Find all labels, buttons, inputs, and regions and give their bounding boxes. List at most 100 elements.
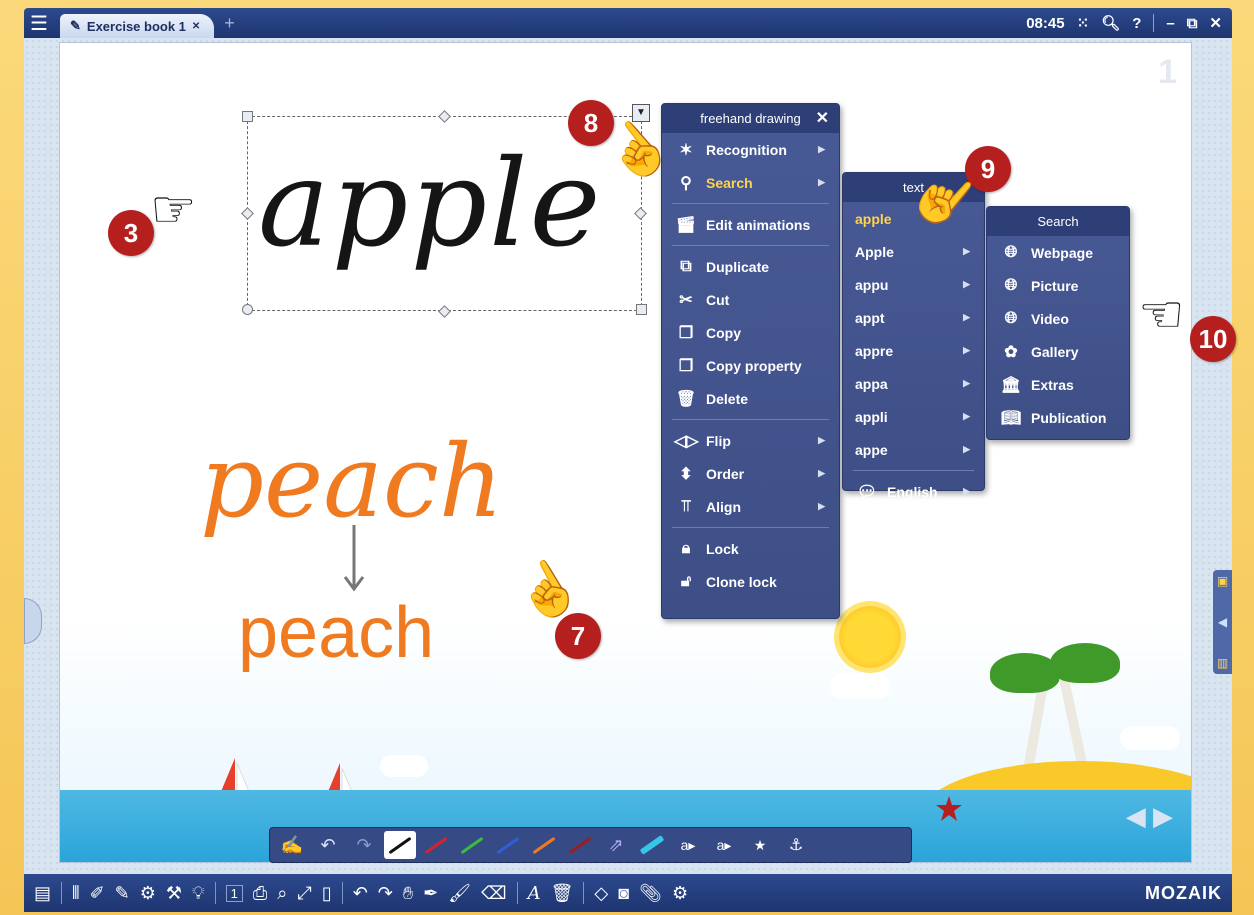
menu-item-candidate[interactable]: appt ▶: [843, 301, 984, 334]
arrow-darkred[interactable]: [564, 831, 596, 859]
eraser-icon[interactable]: ⌫: [481, 883, 506, 904]
speech-bubble-icon: 💬︎: [856, 483, 878, 501]
menu-item-label: appre: [855, 342, 894, 359]
star-illustration: [936, 796, 962, 821]
trash-icon[interactable]: 🗑︎: [551, 883, 574, 904]
curtain-icon[interactable]: ⫴: [72, 883, 80, 904]
minimize-icon[interactable]: –: [1166, 15, 1174, 32]
menu-item-video[interactable]: 🌐︎ Video: [987, 302, 1129, 335]
menu-item-copy[interactable]: ❐ Copy: [662, 316, 839, 349]
shapes-icon[interactable]: ◇: [594, 883, 608, 904]
menu-item-duplicate[interactable]: ⧉ Duplicate: [662, 250, 839, 283]
text-tool-icon[interactable]: A: [528, 883, 541, 904]
trash-icon: 🗑︎: [675, 390, 697, 408]
menu-item-candidate[interactable]: Apple ▶: [843, 235, 984, 268]
add-tab-button[interactable]: +: [224, 13, 235, 34]
menu-item-recognition[interactable]: ✶ Recognition ▶: [662, 133, 839, 166]
paperclip-icon[interactable]: 📎︎: [639, 883, 662, 904]
menu-item-order[interactable]: ⬍ Order ▶: [662, 457, 839, 490]
pen-black[interactable]: [384, 831, 416, 859]
bulb-icon[interactable]: 💡︎: [192, 883, 205, 904]
menu-item-label: Align: [706, 498, 741, 515]
page-nav-arrows[interactable]: ◀ ▶: [1126, 801, 1173, 832]
flower-icon: ✿: [1004, 343, 1018, 361]
pen-hand-icon[interactable]: ✍: [276, 831, 308, 859]
menu-item-candidate[interactable]: appa ▶: [843, 367, 984, 400]
close-icon[interactable]: ✕: [1209, 14, 1222, 32]
grid-icon[interactable]: ⁙: [1077, 14, 1090, 32]
redo-icon[interactable]: ↷: [378, 883, 393, 904]
menu-item-copy-property[interactable]: ❐ Copy property: [662, 349, 839, 382]
menu-item-language[interactable]: 💬︎ English ▶: [843, 475, 984, 508]
undo-icon[interactable]: ↶: [312, 831, 344, 859]
undo-icon[interactable]: ↶: [353, 883, 368, 904]
menu-item-label: Extras: [1031, 376, 1074, 393]
page-counter[interactable]: 1: [225, 884, 243, 902]
app-frame: ☰ ✎ Exercise book 1 ✕ + 08:45 ⁙ 🔍︎ ? – ⧉…: [0, 0, 1254, 915]
resize-handle[interactable]: [636, 304, 647, 315]
text-marker-icon[interactable]: a▸: [708, 831, 740, 859]
menu-item-cut[interactable]: ✂ Cut: [662, 283, 839, 316]
menu-item-extras[interactable]: 🏛︎ Extras: [987, 368, 1129, 401]
page-settings-icon[interactable]: ⎙: [253, 883, 267, 904]
recognized-text[interactable]: peach: [238, 592, 434, 674]
screenshot-icon[interactable]: ◙: [618, 883, 629, 904]
menu-item-search[interactable]: ⚲ Search ▶: [662, 166, 839, 199]
fit-icon[interactable]: ⤢: [297, 883, 311, 904]
menu-item-lock[interactable]: 🔒︎ Lock: [662, 532, 839, 565]
handwriting-peach[interactable]: peach: [200, 423, 503, 540]
zoom-icon[interactable]: ⌕: [277, 883, 287, 904]
pen-red[interactable]: [420, 831, 452, 859]
menu-item-candidate[interactable]: appu ▶: [843, 268, 984, 301]
menu-item-picture[interactable]: 🌐︎ Picture: [987, 269, 1129, 302]
settings-icon[interactable]: ⚙: [672, 883, 688, 904]
tab-exercise-book[interactable]: ✎ Exercise book 1 ✕: [60, 14, 215, 38]
menu-item-webpage[interactable]: 🌐︎ Webpage: [987, 236, 1129, 269]
menu-item-gallery[interactable]: ✿ Gallery: [987, 335, 1129, 368]
menu-item-delete[interactable]: 🗑︎ Delete: [662, 382, 839, 415]
pen-icon[interactable]: ✒: [423, 883, 438, 904]
arrow-outline[interactable]: ⇗: [600, 831, 632, 859]
brush-icon[interactable]: 🖌︎: [448, 883, 471, 904]
arrow-orange[interactable]: [528, 831, 560, 859]
menu-item-clone-lock[interactable]: 🔓︎ Clone lock: [662, 565, 839, 598]
camera-icon[interactable]: ⚙: [140, 883, 156, 904]
close-icon[interactable]: ✕: [816, 108, 829, 128]
menu-item-flip[interactable]: ◁▷ Flip ▶: [662, 424, 839, 457]
menu-item-align[interactable]: ⫪ Align ▶: [662, 490, 839, 523]
text-marker-icon[interactable]: a▸: [672, 831, 704, 859]
board-menu-icon[interactable]: ▤: [34, 883, 51, 904]
help-icon[interactable]: ?: [1132, 15, 1141, 32]
pen-blue[interactable]: [492, 831, 524, 859]
page-icon[interactable]: ▯: [322, 883, 332, 904]
menu-item-publication[interactable]: 📖︎ Publication: [987, 401, 1129, 434]
add-page-icon[interactable]: ▣: [1217, 574, 1228, 588]
tab-close-icon[interactable]: ✕: [192, 21, 200, 32]
hand-icon[interactable]: ✋︎: [403, 883, 413, 904]
restore-icon[interactable]: ⧉: [1187, 15, 1198, 32]
redo-icon[interactable]: ↷: [348, 831, 380, 859]
chevron-left-icon[interactable]: ◀: [1218, 615, 1227, 629]
hammer-icon[interactable]: ⚒: [166, 883, 182, 904]
right-panel-toggle[interactable]: ▣ ◀ ▥: [1213, 570, 1232, 674]
cloud-illustration: [380, 755, 428, 777]
tools-icon[interactable]: ✐: [90, 883, 105, 904]
menu-item-edit-animations[interactable]: 🎬︎ Edit animations: [662, 208, 839, 241]
main-menu-icon[interactable]: ☰: [24, 8, 54, 38]
star-marker-icon[interactable]: ★: [744, 831, 776, 859]
menu-item-candidate[interactable]: appe ▶: [843, 433, 984, 466]
handwriting-apple[interactable]: apple: [258, 135, 603, 274]
duplicate-icon: ⧉: [680, 257, 692, 275]
rotate-handle[interactable]: [242, 304, 253, 315]
trash-icon[interactable]: ▥: [1217, 656, 1228, 670]
zoom-icon[interactable]: 🔍︎: [1101, 14, 1120, 32]
resize-handle[interactable]: [242, 111, 253, 122]
notes-icon[interactable]: ✎: [115, 883, 130, 904]
menu-item-candidate[interactable]: appre ▶: [843, 334, 984, 367]
highlighter-cyan[interactable]: [636, 831, 668, 859]
menu-item-label: appa: [855, 375, 888, 392]
menu-item-candidate[interactable]: appli ▶: [843, 400, 984, 433]
scissors-icon: ✂: [679, 291, 693, 309]
pen-green[interactable]: [456, 831, 488, 859]
anchor-icon[interactable]: ⚓︎: [780, 831, 812, 859]
